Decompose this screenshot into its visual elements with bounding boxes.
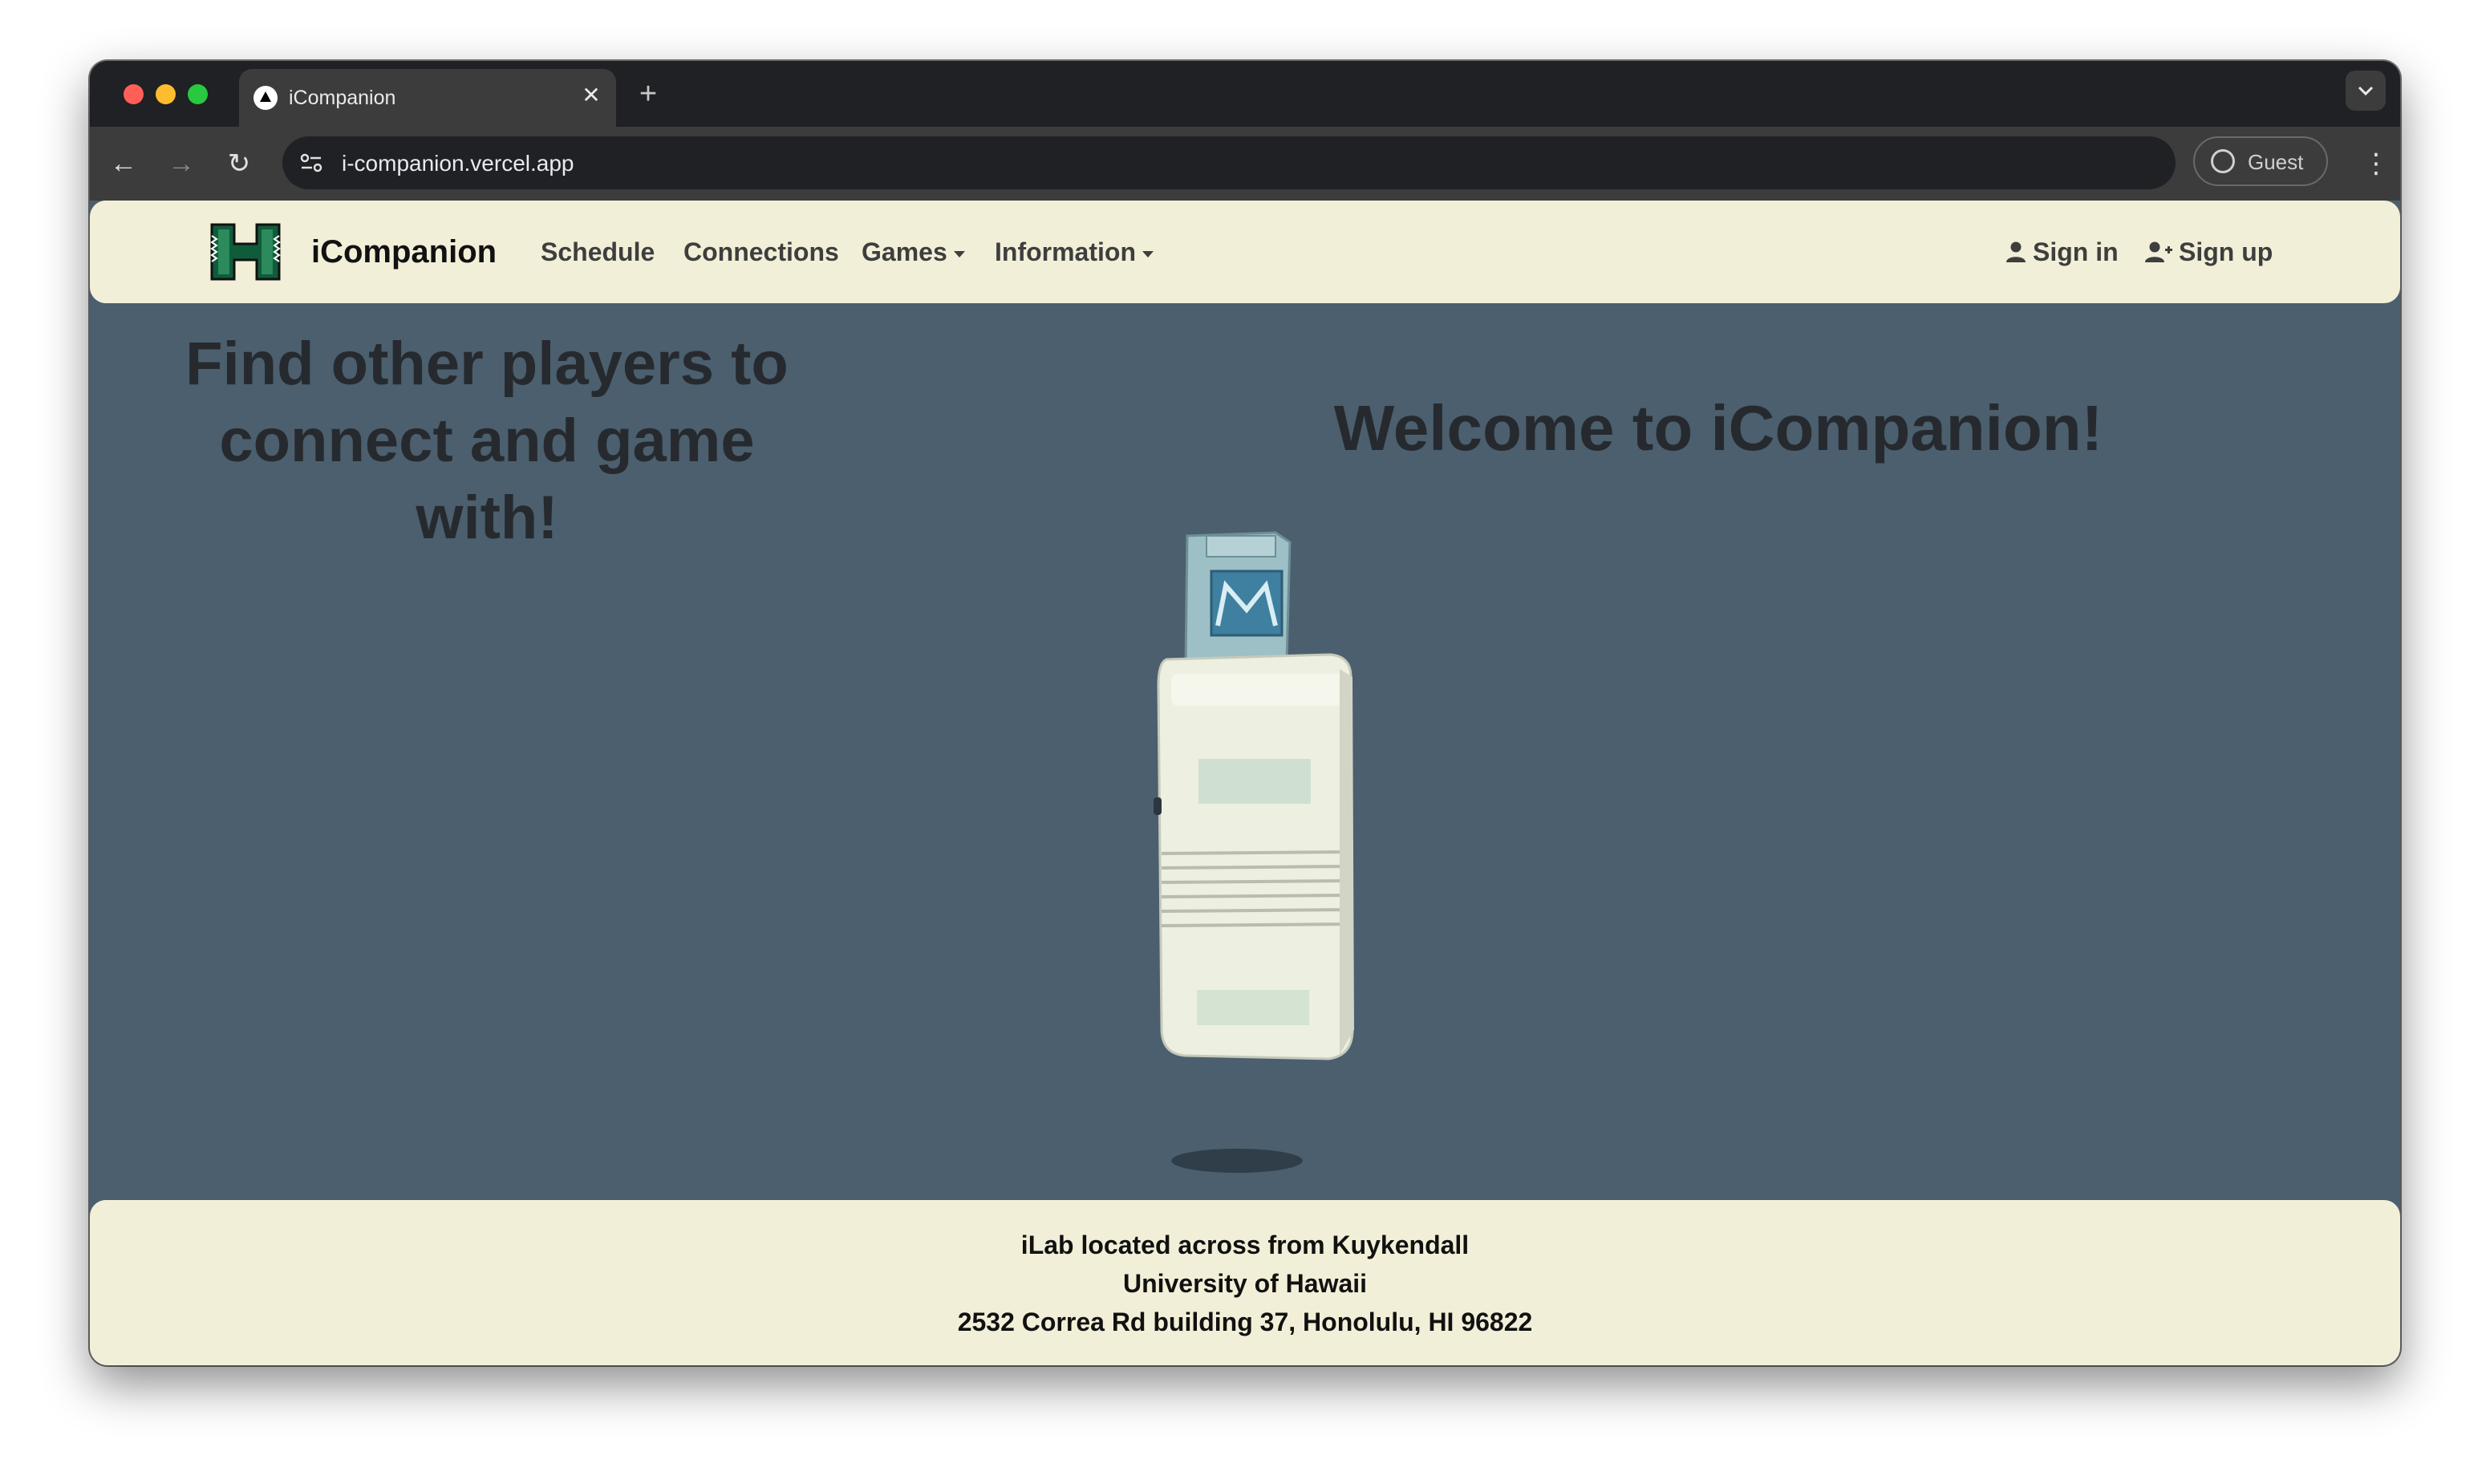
brand-name[interactable]: iCompanion xyxy=(311,234,497,270)
url-text[interactable]: i-companion.vercel.app xyxy=(342,151,574,176)
footer-line-address: 2532 Correa Rd building 37, Honolulu, HI… xyxy=(957,1308,1533,1336)
game-device-3d-model[interactable] xyxy=(1129,525,1402,1110)
hero-tagline: Find other players to connect and game w… xyxy=(185,330,789,552)
hero-title: Welcome to iCompanion! xyxy=(1333,392,2103,464)
vercel-favicon-icon xyxy=(253,86,278,110)
sign-in-link[interactable]: Sign in xyxy=(2005,237,2119,267)
nav-link-schedule[interactable]: Schedule xyxy=(541,237,655,267)
address-bar[interactable]: i-companion.vercel.app xyxy=(282,136,2176,189)
site-info-icon[interactable] xyxy=(295,147,327,179)
user-icon xyxy=(2006,241,2026,262)
device-shadow xyxy=(1171,1149,1303,1173)
nav-dropdown-information-label: Information xyxy=(995,237,1136,266)
forward-arrow-icon[interactable]: → xyxy=(160,143,202,184)
tab-search-button[interactable] xyxy=(2346,71,2386,111)
sign-in-label: Sign in xyxy=(2033,237,2119,266)
profile-guest-button[interactable]: Guest xyxy=(2193,136,2328,186)
nav-dropdown-information[interactable]: Information xyxy=(995,237,1154,267)
reload-icon[interactable]: ↻ xyxy=(218,143,260,184)
tab-strip: iCompanion ✕ + xyxy=(90,61,2400,127)
browser-window: iCompanion ✕ + ← → ↻ i-companion.vercel.… xyxy=(90,61,2400,1365)
sign-up-link[interactable]: Sign up xyxy=(2145,237,2273,267)
nav-link-connections[interactable]: Connections xyxy=(683,237,839,267)
minimize-window-button[interactable] xyxy=(156,84,176,104)
maximize-window-button[interactable] xyxy=(188,84,208,104)
footer-line-location: iLab located across from Kuykendall xyxy=(1020,1231,1470,1259)
chevron-down-icon xyxy=(2358,86,2374,96)
kebab-menu-icon[interactable]: ⋮ xyxy=(2360,143,2392,184)
caret-down-icon xyxy=(1142,250,1154,257)
user-plus-icon xyxy=(2145,241,2172,262)
browser-toolbar: ← → ↻ i-companion.vercel.app Guest ⋮ xyxy=(90,127,2400,201)
back-arrow-icon[interactable]: ← xyxy=(103,143,144,184)
profile-label: Guest xyxy=(2248,150,2304,174)
tab-title: iCompanion xyxy=(289,87,396,109)
profile-icon xyxy=(2211,149,2235,173)
caret-down-icon xyxy=(953,250,965,257)
footer-line-university: University of Hawaii xyxy=(1122,1269,1368,1298)
tab-close-icon[interactable]: ✕ xyxy=(578,82,605,109)
site-footer: iLab located across from Kuykendall Univ… xyxy=(90,1200,2400,1365)
nav-dropdown-games[interactable]: Games xyxy=(862,237,965,267)
sign-up-label: Sign up xyxy=(2179,237,2273,266)
close-window-button[interactable] xyxy=(124,84,144,104)
hawaii-h-logo[interactable] xyxy=(207,220,284,284)
tab-icompanion[interactable]: iCompanion ✕ xyxy=(239,69,616,127)
nav-dropdown-games-label: Games xyxy=(862,237,947,266)
new-tab-button[interactable]: + xyxy=(629,75,667,114)
app-navbar: iCompanion Schedule Connections Games In… xyxy=(90,201,2400,303)
